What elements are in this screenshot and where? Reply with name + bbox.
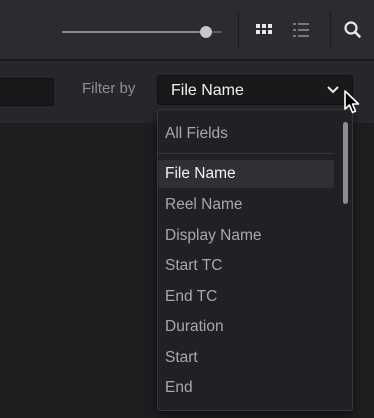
slider-fill <box>62 31 206 33</box>
top-toolbar <box>0 0 374 60</box>
menu-scrollbar[interactable] <box>343 122 348 204</box>
menu-item-all-fields[interactable]: All Fields <box>158 120 334 148</box>
toolbar-divider <box>238 12 239 48</box>
grid-view-button[interactable] <box>250 16 278 44</box>
chevron-down-icon <box>327 86 339 94</box>
media-pool-panel: Filter by File Name All Fields File Name… <box>0 0 374 418</box>
mouse-cursor-icon <box>344 90 360 114</box>
search-button[interactable] <box>338 16 368 44</box>
menu-item-duration[interactable]: Duration <box>158 313 334 341</box>
menu-item-display-name[interactable]: Display Name <box>158 222 334 250</box>
filter-dropdown[interactable]: File Name <box>157 75 353 105</box>
grid-view-icon <box>256 24 272 36</box>
menu-item-end-tc[interactable]: End TC <box>158 283 334 311</box>
list-view-button[interactable] <box>287 16 315 44</box>
filter-dropdown-menu: All Fields File Name Reel Name Display N… <box>157 109 353 411</box>
search-icon <box>344 21 361 38</box>
slider-thumb[interactable] <box>200 26 212 38</box>
filter-by-label: Filter by <box>82 80 136 97</box>
menu-item-start[interactable]: Start <box>158 344 334 372</box>
list-view-icon <box>293 23 309 37</box>
menu-item-file-name[interactable]: File Name <box>158 160 334 188</box>
menu-separator <box>158 153 334 154</box>
zoom-slider[interactable] <box>62 26 232 38</box>
menu-item-start-tc[interactable]: Start TC <box>158 252 334 280</box>
toolbar-divider <box>330 12 331 48</box>
filter-selected-value: File Name <box>171 82 244 99</box>
search-input[interactable] <box>0 78 54 106</box>
menu-item-reel-name[interactable]: Reel Name <box>158 191 334 219</box>
menu-item-end[interactable]: End <box>158 374 334 402</box>
